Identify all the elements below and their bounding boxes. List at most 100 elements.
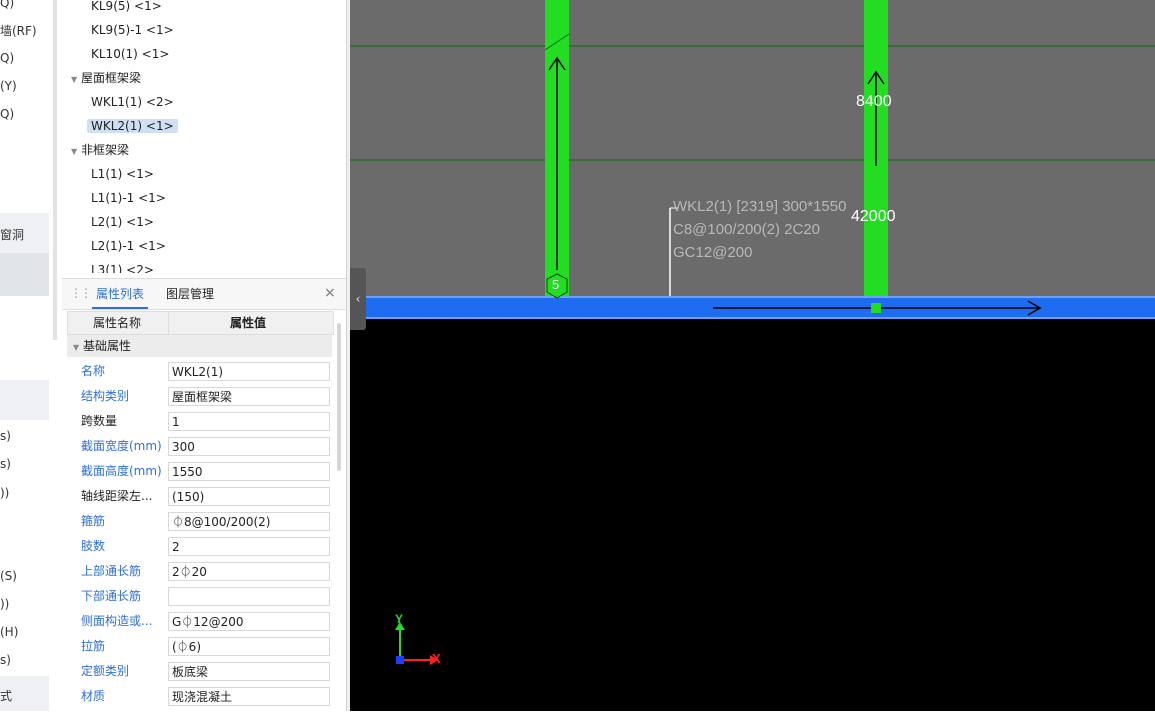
property-value-field[interactable]: 2 bbox=[168, 537, 330, 556]
annotation-line: GC12@200 bbox=[673, 244, 753, 261]
left-strip-item[interactable]: (H) bbox=[0, 625, 18, 639]
property-name: 下部通长筋 bbox=[81, 589, 142, 603]
property-row[interactable]: 肢数 2 bbox=[67, 534, 332, 559]
tree-item[interactable]: KL9(5)-1 <1> bbox=[87, 19, 178, 41]
left-strip-item[interactable]: (Y) bbox=[0, 79, 17, 93]
canvas-svg bbox=[350, 0, 1155, 711]
property-value-field[interactable]: 现浇混凝土 bbox=[168, 687, 330, 706]
property-row[interactable]: 箍筋 ⏀8@100/200(2) bbox=[67, 509, 332, 534]
left-strip-item[interactable]: Q) bbox=[0, 107, 14, 121]
axis-number-label: 5 bbox=[552, 277, 560, 292]
tree-item[interactable]: WKL1(1) <2> bbox=[87, 91, 178, 113]
property-value-field[interactable] bbox=[168, 587, 330, 606]
column-header-name: 属性名称 bbox=[93, 316, 142, 330]
tab-layer-management[interactable]: 图层管理 bbox=[166, 279, 214, 309]
left-strip-item[interactable]: )) bbox=[0, 597, 9, 611]
property-row[interactable]: 上部通长筋 2⏀20 bbox=[67, 559, 332, 584]
property-value-field[interactable]: G⏀12@200 bbox=[168, 612, 330, 631]
property-row[interactable]: 跨数量 1 bbox=[67, 409, 332, 434]
tree-item[interactable]: L2(1)-1 <1> bbox=[87, 235, 170, 257]
close-icon[interactable]: × bbox=[324, 285, 336, 301]
property-row[interactable]: 下部通长筋 bbox=[67, 584, 332, 609]
caret-down-icon[interactable]: ▼ bbox=[71, 69, 81, 91]
property-row[interactable]: 侧面构造或... G⏀12@200 bbox=[67, 609, 332, 634]
left-strip-highlight bbox=[0, 380, 49, 420]
tree-item-label: L2(1) bbox=[91, 215, 123, 229]
property-row[interactable]: 截面宽度(mm) 300 bbox=[67, 434, 332, 459]
tree-item[interactable]: KL10(1) <1> bbox=[87, 43, 173, 65]
tree-item[interactable]: L3(1) <2> bbox=[87, 259, 158, 273]
dimension-8400: 8400 bbox=[856, 93, 892, 110]
axis-y-label: Y bbox=[395, 612, 404, 626]
tree-item[interactable]: L1(1)-1 <1> bbox=[87, 187, 170, 209]
property-value-field[interactable]: (⏀6) bbox=[168, 637, 330, 656]
tree-item-count: <2> bbox=[145, 95, 174, 109]
tree-item[interactable]: KL9(5) <1> bbox=[87, 0, 166, 17]
property-row[interactable]: 结构类别 屋面框架梁 bbox=[67, 384, 332, 409]
left-strip-item[interactable]: 窗洞 bbox=[0, 226, 24, 243]
tree-item-label: KL9(5)-1 bbox=[91, 23, 143, 37]
tree-item-count: <1> bbox=[126, 215, 154, 229]
left-component-strip: Q) 墙(RF) Q) (Y) Q) 窗洞 s) s) )) (S) )) (H… bbox=[0, 0, 62, 711]
property-row[interactable]: 轴线距梁左... (150) bbox=[67, 484, 332, 509]
component-tree: KL9(5) <1> KL9(5)-1 <1> KL10(1) <1> ▼ 屋面框… bbox=[62, 0, 346, 273]
axis-origin-icon bbox=[396, 656, 404, 664]
left-strip-item[interactable]: 墙(RF) bbox=[0, 22, 37, 39]
tree-item-count: <1> bbox=[138, 191, 166, 205]
tree-group-non-frame-beam[interactable]: ▼ 非框架梁 bbox=[71, 139, 129, 161]
property-row[interactable]: 截面高度(mm) 1550 bbox=[67, 459, 332, 484]
left-strip-item[interactable]: s) bbox=[0, 429, 11, 443]
property-value-field[interactable]: 1550 bbox=[168, 462, 330, 481]
property-value-field[interactable]: 2⏀20 bbox=[168, 562, 330, 581]
left-strip-scrollbar[interactable] bbox=[53, 0, 57, 340]
tree-item-count: <1> bbox=[145, 119, 174, 133]
left-strip-item[interactable]: 式 bbox=[0, 687, 12, 704]
column-header-value: 属性值 bbox=[230, 316, 267, 330]
chevron-left-icon[interactable]: ‹ bbox=[356, 292, 361, 306]
property-name: 名称 bbox=[81, 364, 106, 378]
property-name: 肢数 bbox=[81, 539, 106, 553]
property-row[interactable]: 定额类别 板底梁 bbox=[67, 659, 332, 684]
property-name: 材质 bbox=[81, 689, 106, 703]
property-scrollbar[interactable] bbox=[337, 323, 341, 471]
annotation-line: C8@100/200(2) 2C20 bbox=[673, 221, 820, 238]
tab-property-list[interactable]: 属性列表 bbox=[92, 279, 149, 309]
property-row[interactable]: 材质 现浇混凝土 bbox=[67, 684, 332, 709]
tree-item[interactable]: L2(1) <1> bbox=[87, 211, 158, 233]
left-strip-item[interactable]: (S) bbox=[0, 569, 17, 583]
property-value-field[interactable]: 板底梁 bbox=[168, 662, 330, 681]
property-value-field[interactable]: (150) bbox=[168, 487, 330, 506]
property-value-field[interactable]: ⏀8@100/200(2) bbox=[168, 512, 330, 531]
left-strip-item[interactable]: Q) bbox=[0, 0, 14, 10]
caret-down-icon[interactable]: ▼ bbox=[71, 141, 81, 163]
tree-item-label: KL9(5) bbox=[91, 0, 131, 13]
tree-group-roof-frame-beam[interactable]: ▼ 屋面框架梁 bbox=[71, 67, 141, 89]
property-row[interactable]: 拉筋 (⏀6) bbox=[67, 634, 332, 659]
drawing-canvas[interactable]: WKL2(1) [2319] 300*1550 C8@100/200(2) 2C… bbox=[350, 0, 1155, 711]
panel-collapse-handle[interactable]: ‹ bbox=[350, 268, 366, 330]
property-name: 截面高度(mm) bbox=[81, 464, 162, 478]
property-value-field[interactable]: 屋面框架梁 bbox=[168, 387, 330, 406]
property-value-field[interactable]: 300 bbox=[168, 437, 330, 456]
left-strip-item[interactable]: s) bbox=[0, 653, 11, 667]
property-name: 箍筋 bbox=[81, 514, 106, 528]
tree-item[interactable]: L1(1) <1> bbox=[87, 163, 158, 185]
property-panel: ⋮⋮ 属性列表 图层管理 × 属性名称 属性值 ▼ 基础属性 名称 WKL2(1) 结… bbox=[62, 278, 346, 712]
caret-down-icon[interactable]: ▼ bbox=[73, 337, 83, 359]
tree-item-selected[interactable]: WKL2(1) <1> bbox=[87, 115, 178, 137]
left-strip-item[interactable]: )) bbox=[0, 486, 9, 500]
tree-item-label: L3(1) bbox=[91, 263, 123, 273]
beam-midpoint-handle[interactable] bbox=[871, 303, 881, 313]
property-value-field[interactable]: 1 bbox=[168, 412, 330, 431]
tree-item-count: <1> bbox=[134, 0, 162, 13]
tree-item-label: KL10(1) bbox=[91, 47, 138, 61]
dimension-42000: 42000 bbox=[851, 208, 896, 225]
property-group-basic[interactable]: ▼ 基础属性 bbox=[67, 335, 332, 357]
left-strip-item[interactable]: s) bbox=[0, 457, 11, 471]
property-table-header: 属性名称 属性值 bbox=[67, 311, 334, 335]
property-row[interactable]: 名称 WKL2(1) bbox=[67, 359, 332, 384]
property-value-field[interactable]: WKL2(1) bbox=[168, 362, 330, 381]
left-strip-item[interactable]: Q) bbox=[0, 51, 14, 65]
left-strip-selected bbox=[0, 253, 49, 296]
drag-grip-icon[interactable]: ⋮⋮ bbox=[70, 286, 92, 300]
